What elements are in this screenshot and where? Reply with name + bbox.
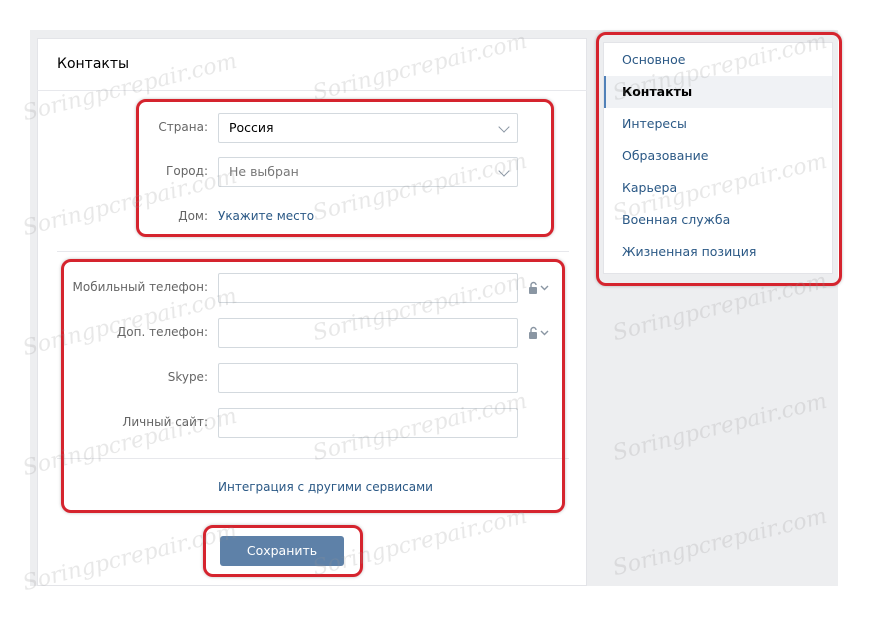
country-select[interactable]: Россия: [218, 113, 518, 143]
country-select-value: Россия: [229, 120, 274, 135]
menu-item-career[interactable]: Карьера: [604, 172, 832, 204]
extra-phone-label: Доп. телефон:: [116, 325, 208, 339]
skype-input[interactable]: [218, 363, 518, 393]
chevron-down-icon: [498, 165, 510, 177]
mobile-phone-label: Мобильный телефон:: [72, 280, 209, 294]
menu-item-main[interactable]: Основное: [604, 44, 832, 76]
city-select-placeholder: Не выбран: [229, 164, 299, 179]
settings-menu: Основное Контакты Интересы Образование К…: [603, 42, 833, 274]
menu-item-military[interactable]: Военная служба: [604, 204, 832, 236]
title-divider: [37, 90, 587, 91]
city-label: Город:: [166, 164, 208, 178]
lock-privacy-icon[interactable]: [528, 326, 550, 340]
page-title: Контакты: [57, 56, 130, 72]
save-button[interactable]: Сохранить: [220, 536, 344, 566]
city-select[interactable]: Не выбран: [218, 157, 518, 187]
home-location-link[interactable]: Укажите место: [218, 209, 314, 223]
integration-link[interactable]: Интеграция с другими сервисами: [218, 480, 433, 494]
section-divider: [57, 251, 569, 252]
country-label: Страна:: [158, 120, 208, 134]
extra-phone-input[interactable]: [218, 318, 518, 348]
home-label: Дом:: [178, 209, 208, 223]
lock-privacy-icon[interactable]: [528, 281, 550, 295]
section-divider: [57, 458, 569, 459]
skype-label: Skype:: [167, 370, 208, 384]
menu-item-life-position[interactable]: Жизненная позиция: [604, 236, 832, 268]
personal-site-label: Личный сайт:: [122, 415, 208, 429]
chevron-down-icon: [498, 121, 510, 133]
menu-item-interests[interactable]: Интересы: [604, 108, 832, 140]
menu-item-contacts[interactable]: Контакты: [604, 76, 832, 108]
mobile-phone-input[interactable]: [218, 273, 518, 303]
menu-item-education[interactable]: Образование: [604, 140, 832, 172]
personal-site-input[interactable]: [218, 408, 518, 438]
